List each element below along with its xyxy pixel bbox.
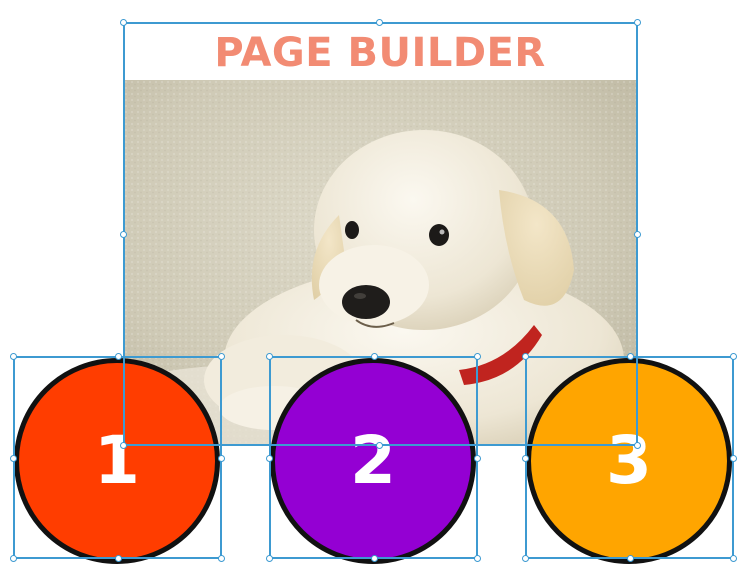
resize-handle-e[interactable] <box>218 455 225 462</box>
resize-handle-sw[interactable] <box>522 555 529 562</box>
resize-handle-e[interactable] <box>634 231 641 238</box>
resize-handle-s[interactable] <box>627 555 634 562</box>
resize-handle-ne[interactable] <box>634 19 641 26</box>
resize-handle-w[interactable] <box>522 455 529 462</box>
resize-handle-ne[interactable] <box>730 353 737 360</box>
selection-box-circle-1[interactable] <box>10 353 225 562</box>
resize-handle-e[interactable] <box>474 455 481 462</box>
resize-handle-sw[interactable] <box>266 555 273 562</box>
resize-handle-se[interactable] <box>474 555 481 562</box>
resize-handle-w[interactable] <box>120 231 127 238</box>
resize-handle-sw[interactable] <box>10 555 17 562</box>
resize-handle-se[interactable] <box>218 555 225 562</box>
resize-handle-se[interactable] <box>730 555 737 562</box>
resize-handle-w[interactable] <box>10 455 17 462</box>
resize-handle-ne[interactable] <box>474 353 481 360</box>
resize-handle-s[interactable] <box>371 555 378 562</box>
selection-box-circle-2[interactable] <box>266 353 481 562</box>
resize-handle-nw[interactable] <box>120 19 127 26</box>
selection-box-circle-3[interactable] <box>522 353 737 562</box>
resize-handle-n[interactable] <box>115 353 122 360</box>
resize-handle-w[interactable] <box>266 455 273 462</box>
resize-handle-n[interactable] <box>627 353 634 360</box>
resize-handle-nw[interactable] <box>522 353 529 360</box>
resize-handle-n[interactable] <box>371 353 378 360</box>
resize-handle-e[interactable] <box>730 455 737 462</box>
resize-handle-ne[interactable] <box>218 353 225 360</box>
resize-handle-nw[interactable] <box>10 353 17 360</box>
resize-handle-nw[interactable] <box>266 353 273 360</box>
resize-handle-n[interactable] <box>376 19 383 26</box>
resize-handle-s[interactable] <box>115 555 122 562</box>
